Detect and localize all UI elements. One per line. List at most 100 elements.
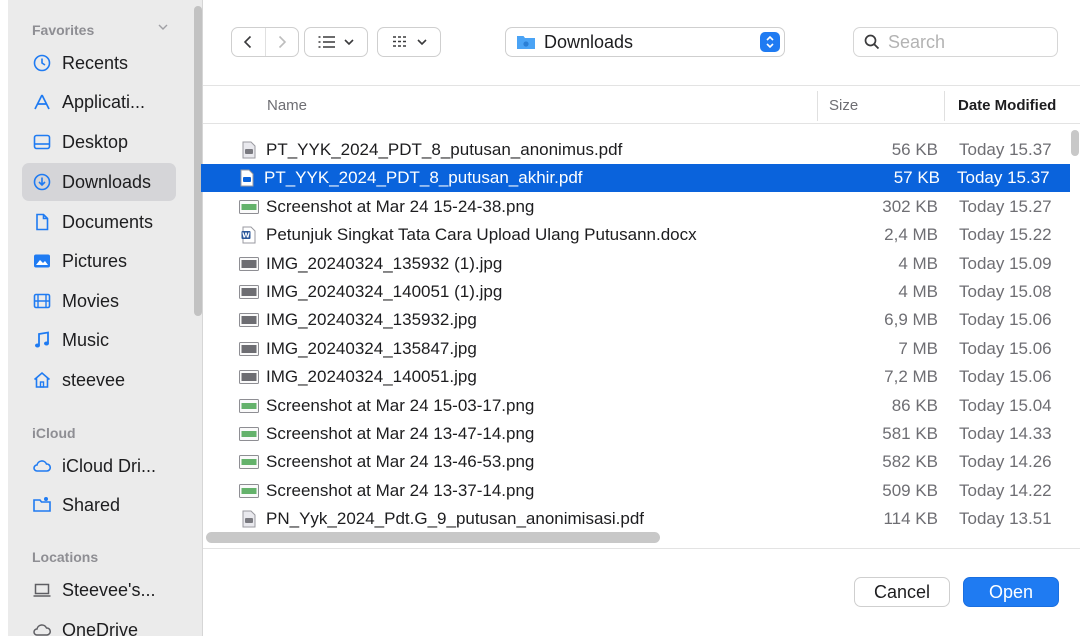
sidebar-scrollbar[interactable] xyxy=(194,6,202,316)
file-date-modified: Today 14.33 xyxy=(959,424,1052,443)
column-divider[interactable] xyxy=(944,91,945,121)
column-divider[interactable] xyxy=(817,91,818,121)
back-button[interactable] xyxy=(232,28,265,56)
sidebar-item-home[interactable]: steevee xyxy=(22,361,176,399)
vertical-scrollbar[interactable] xyxy=(1071,130,1079,156)
sidebar-item-desktop[interactable]: Desktop xyxy=(22,123,176,161)
desktop-icon xyxy=(32,132,52,152)
search-icon xyxy=(864,34,880,50)
chevron-down-icon xyxy=(417,39,427,46)
file-size: 2,4 MB xyxy=(884,225,938,245)
sidebar-item-label: steevee xyxy=(62,369,126,390)
sidebar-item-label: OneDrive xyxy=(62,619,139,636)
image-file-icon xyxy=(239,424,259,444)
file-name: PT_YYK_2024_PDT_8_putusan_akhir.pdf xyxy=(264,168,583,188)
file-date-modified: Today 15.22 xyxy=(959,225,1052,245)
chevron-left-icon xyxy=(244,35,252,49)
sidebar: Favorites Recents Applicati... Desktop D… xyxy=(8,0,203,636)
sidebar-item-music[interactable]: Music xyxy=(22,321,176,359)
sidebar-item-label: Downloads xyxy=(62,171,152,192)
file-date-modified: Today 15.09 xyxy=(959,253,1052,273)
sidebar-section-locations: Locations xyxy=(32,549,99,565)
file-name: PN_Yyk_2024_Pdt.G_9_putusan_anonimisasi.… xyxy=(266,509,645,529)
horizontal-scrollbar[interactable] xyxy=(206,532,660,543)
forward-button[interactable] xyxy=(264,28,299,56)
sidebar-item-applications[interactable]: Applicati... xyxy=(22,83,176,121)
file-date-modified: Today 15.06 xyxy=(959,310,1052,330)
file-date-modified: Today 15.27 xyxy=(959,196,1052,216)
file-list: PT_YYK_2024_PDT_8_putusan_anonimus.pdf 56… xyxy=(201,124,1080,534)
file-row[interactable]: PT_YYK_2024_PDT_8_putusan_anonimus.pdf 56… xyxy=(203,136,1068,164)
group-button[interactable] xyxy=(377,27,441,57)
laptop-icon xyxy=(32,580,52,600)
column-name[interactable]: Name xyxy=(267,97,307,114)
sidebar-item-onedrive[interactable]: OneDrive xyxy=(22,611,176,636)
image-file-icon xyxy=(239,254,259,274)
sidebar-section-favorites: Favorites xyxy=(32,22,95,38)
column-header: Name Size Date Modified xyxy=(203,87,1080,124)
svg-text:W: W xyxy=(242,232,250,240)
list-view-button[interactable] xyxy=(304,27,368,57)
sidebar-item-label: Steevee's... xyxy=(62,579,156,600)
file-row[interactable]: IMG_20240324_135932.jpg 6,9 MB Today 15.06 xyxy=(203,306,1068,334)
dialog-footer: Cancel Open xyxy=(203,548,1080,636)
file-name: IMG_20240324_140051.jpg xyxy=(266,367,477,387)
file-date-modified: Today 13.51 xyxy=(959,509,1052,529)
sidebar-item-label: Desktop xyxy=(62,131,129,152)
sidebar-item-pictures[interactable]: Pictures xyxy=(22,242,176,280)
sidebar-item-label: iCloud Dri... xyxy=(62,455,157,476)
sidebar-item-icloud-drive[interactable]: iCloud Dri... xyxy=(22,447,176,485)
column-size[interactable]: Size xyxy=(829,97,858,114)
sidebar-item-movies[interactable]: Movies xyxy=(22,282,176,320)
file-row[interactable]: Screenshot at Mar 24 15-03-17.png 86 KB To… xyxy=(203,392,1068,420)
film-icon xyxy=(32,291,52,311)
cloud-icon xyxy=(32,456,52,476)
file-row[interactable]: IMG_20240324_140051 (1).jpg 4 MB Today 15.… xyxy=(203,278,1068,306)
file-name: Screenshot at Mar 24 15-24-38.png xyxy=(266,196,535,216)
sidebar-section-icloud: iCloud xyxy=(32,425,76,441)
stepper-icon xyxy=(760,32,780,52)
folder-icon xyxy=(517,36,535,49)
file-row[interactable]: Screenshot at Mar 24 13-47-14.png 581 KB T… xyxy=(203,420,1068,448)
chevron-down-icon xyxy=(344,39,354,46)
file-row[interactable]: IMG_20240324_140051.jpg 7,2 MB Today 15.06 xyxy=(203,363,1068,391)
file-name: Screenshot at Mar 24 15-03-17.png xyxy=(266,395,535,415)
image-file-icon xyxy=(239,310,259,330)
file-row[interactable]: Screenshot at Mar 24 13-46-53.png 582 KB T… xyxy=(203,448,1068,476)
location-popup[interactable]: Downloads xyxy=(505,27,785,57)
chevron-right-icon xyxy=(278,35,286,49)
file-date-modified: Today 14.26 xyxy=(959,452,1052,472)
navigation-buttons xyxy=(231,27,299,57)
sidebar-item-downloads[interactable]: Downloads xyxy=(22,163,176,201)
file-date-modified: Today 15.04 xyxy=(959,395,1052,415)
file-row[interactable]: W Petunjuk Singkat Tata Cara Upload Ulang… xyxy=(203,221,1068,249)
file-row[interactable]: IMG_20240324_135847.jpg 7 MB Today 15.06 xyxy=(203,335,1068,363)
file-row[interactable]: IMG_20240324_135932 (1).jpg 4 MB Today 15.… xyxy=(203,250,1068,278)
clock-icon xyxy=(32,53,52,73)
cancel-button[interactable]: Cancel xyxy=(854,577,950,607)
file-row[interactable]: PT_YYK_2024_PDT_8_putusan_akhir.pdf 57 KB… xyxy=(201,164,1070,193)
sidebar-item-label: Documents xyxy=(62,211,154,232)
home-icon xyxy=(32,370,52,390)
file-row[interactable]: Screenshot at Mar 24 13-37-14.png 509 KB T… xyxy=(203,477,1068,505)
file-size: 4 MB xyxy=(898,253,938,273)
sidebar-item-computer[interactable]: Steevee's... xyxy=(22,571,176,609)
file-date-modified: Today 15.08 xyxy=(959,282,1052,301)
file-size: 4 MB xyxy=(898,282,938,301)
image-file-icon xyxy=(239,481,259,501)
file-row[interactable]: PN_Yyk_2024_Pdt.G_9_putusan_anonimisasi.… xyxy=(203,505,1068,533)
sidebar-item-documents[interactable]: Documents xyxy=(22,203,176,241)
sidebar-item-recents[interactable]: Recents xyxy=(22,44,176,82)
column-date-modified[interactable]: Date Modified xyxy=(958,97,1056,114)
file-date-modified: Today 15.06 xyxy=(959,338,1052,358)
file-row[interactable]: Screenshot at Mar 24 15-24-38.png 302 KB T… xyxy=(203,193,1068,221)
image-file-icon xyxy=(239,396,259,416)
sidebar-item-label: Shared xyxy=(62,494,121,515)
word-document-icon: W xyxy=(239,225,259,245)
search-field[interactable]: Search xyxy=(853,27,1058,57)
open-button[interactable]: Open xyxy=(963,577,1059,607)
file-name: Petunjuk Singkat Tata Cara Upload Ulang … xyxy=(266,225,697,245)
applications-icon xyxy=(32,92,52,112)
chevron-down-icon[interactable] xyxy=(158,22,168,32)
sidebar-item-shared[interactable]: Shared xyxy=(22,486,176,524)
